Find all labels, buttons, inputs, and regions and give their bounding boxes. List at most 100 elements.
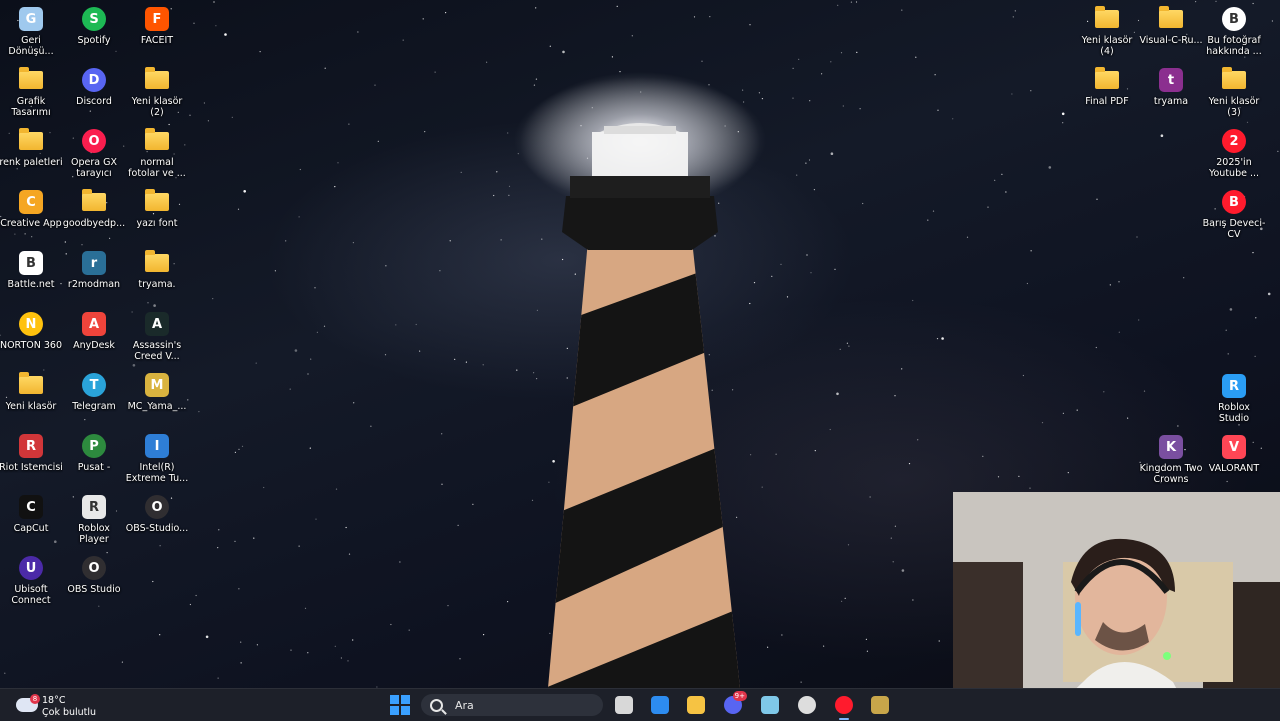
desktop-icon[interactable]: C Creative App [0, 185, 63, 243]
discord-icon: D [81, 67, 107, 93]
desktop-icon[interactable]: Yeni klasör (4) [1075, 2, 1139, 60]
desktop-icon[interactable]: t tryama [1139, 63, 1203, 121]
desktop-icon-label: Assassin's Creed V... [132, 340, 182, 362]
desktop-icon-label: FACEIT [140, 35, 174, 46]
folder-icon [18, 372, 44, 398]
desktop-icon[interactable]: B Battle.net [0, 246, 63, 304]
desktop-icon[interactable]: R Roblox Studio [1202, 369, 1266, 427]
start-button[interactable] [385, 693, 415, 717]
taskbar-app-file-explorer[interactable] [681, 693, 711, 717]
desktop-icon[interactable]: F FACEIT [125, 2, 189, 60]
desktop-icon[interactable]: V VALORANT [1202, 430, 1266, 488]
desktop-icon[interactable]: O OBS-Studio... [125, 490, 189, 548]
folder-icon [81, 189, 107, 215]
desktop-icon[interactable]: Final PDF [1075, 63, 1139, 121]
folder-icon [144, 189, 170, 215]
notification-badge: 9+ [732, 691, 747, 701]
winrar-icon: t [1158, 67, 1184, 93]
webcam-person [953, 492, 1280, 720]
desktop-icon[interactable]: tryama. [125, 246, 189, 304]
folder-icon [18, 128, 44, 154]
obs-studio-icon: O [144, 494, 170, 520]
desktop-icon-label: Yeni klasör (2) [131, 96, 183, 118]
desktop-icon[interactable]: Yeni klasör (3) [1202, 63, 1266, 121]
desktop-icon[interactable]: R Roblox Player [62, 490, 126, 548]
r2modman-icon: r [81, 250, 107, 276]
taskbar-app-opera[interactable] [829, 693, 859, 720]
desktop-icon[interactable]: S Spotify [62, 2, 126, 60]
desktop-icon[interactable]: r r2modman [62, 246, 126, 304]
taskbar-app-app-6[interactable] [755, 693, 785, 717]
faceit-icon: F [144, 6, 170, 32]
taskbar-app-league[interactable] [865, 693, 895, 717]
opera-icon [835, 696, 853, 714]
weather-widget[interactable]: 8 18°C Çok bulutlu [14, 694, 114, 718]
desktop-icon-label: Grafik Tasarımı [11, 96, 51, 118]
intel-xtu-icon: I [144, 433, 170, 459]
windows-start-icon [390, 695, 410, 715]
desktop-icon[interactable]: O OBS Studio [62, 551, 126, 609]
desktop-icon-label: MC_Yama_... [127, 401, 187, 412]
desktop-icon[interactable]: B Barış Deveci-CV [1202, 185, 1266, 243]
taskbar-app-discord[interactable]: 9+ [718, 691, 748, 717]
desktop-icon[interactable]: M MC_Yama_... [125, 368, 189, 426]
roblox-player-icon: R [81, 494, 107, 520]
desktop-icon[interactable]: Visual-C-Ru... [1139, 2, 1203, 60]
desktop-icon[interactable]: R Riot İstemcisi [0, 429, 63, 487]
desktop-icon[interactable]: 2 2025'in Youtube ... [1202, 124, 1266, 182]
desktop-icon-label: Discord [76, 96, 112, 107]
desktop-icon[interactable]: yazı font [125, 185, 189, 243]
desktop-icon[interactable]: Yeni klasör [0, 368, 63, 426]
desktop-icon[interactable]: P Pusat - [62, 429, 126, 487]
folder-icon [144, 67, 170, 93]
search-input[interactable] [453, 697, 597, 713]
desktop-icon[interactable]: U Ubisoft Connect [0, 551, 63, 609]
desktop-icon[interactable]: Yeni klasör (2) [125, 63, 189, 121]
desktop-icon-label: Yeni klasör (3) [1208, 96, 1260, 118]
desktop-icon-label: tryama. [138, 279, 176, 290]
desktop-icon[interactable]: B Bu fotoğraf hakkında ... [1202, 2, 1266, 60]
desktop-icon-label: Yeni klasör (4) [1081, 35, 1133, 57]
desktop-icon[interactable]: T Telegram [62, 368, 126, 426]
desktop-icon[interactable]: Grafik Tasarımı [0, 63, 63, 121]
pusat-icon: P [81, 433, 107, 459]
ubisoft-icon: U [18, 555, 44, 581]
desktop-icon[interactable]: K Kingdom Two Crowns [1139, 430, 1203, 488]
desktop-icon[interactable]: C CapCut [0, 490, 63, 548]
desktop-icon-label: 2025'in Youtube ... [1208, 157, 1260, 179]
desktop-icon[interactable]: goodbyedp... [62, 185, 126, 243]
desktop-icon-label: goodbyedp... [62, 218, 126, 229]
taskbar-app-obs[interactable] [792, 693, 822, 717]
telegram-icon: T [81, 372, 107, 398]
desktop-icon-label: Roblox Studio [1218, 402, 1250, 424]
desktop-icon-label: VALORANT [1208, 463, 1260, 474]
desktop-icon[interactable]: renk paletleri [0, 124, 63, 182]
taskbar-app-task-view[interactable] [609, 693, 639, 717]
desktop-icon[interactable]: D Discord [62, 63, 126, 121]
folder-icon [144, 250, 170, 276]
webcam-overlay [953, 492, 1280, 720]
folder-icon [18, 67, 44, 93]
desktop-icon-label: Final PDF [1085, 96, 1129, 107]
camera-info-icon: B [1221, 6, 1247, 32]
opera-gx-icon: O [81, 128, 107, 154]
desktop-icon-label: CapCut [13, 523, 49, 534]
desktop-icon[interactable]: G Geri Dönüşü... [0, 2, 63, 60]
desktop-icon[interactable]: A AnyDesk [62, 307, 126, 365]
taskbar-search[interactable] [421, 694, 603, 716]
obs-studio-icon: O [81, 555, 107, 581]
desktop-icon[interactable]: N NORTON 360 [0, 307, 63, 365]
desktop-icon[interactable]: A Assassin's Creed V... [125, 307, 189, 365]
folder-icon [1094, 6, 1120, 32]
desktop-icon[interactable]: O Opera GX tarayıcı [62, 124, 126, 182]
desktop-icon-label: OBS-Studio... [125, 523, 189, 534]
desktop-icon-label: r2modman [67, 279, 121, 290]
battlenet-icon: B [18, 250, 44, 276]
assassins-creed-icon: A [144, 311, 170, 337]
taskbar-app-store[interactable] [645, 693, 675, 717]
desktop-icon-label: Spotify [77, 35, 111, 46]
desktop-icon-label: Riot İstemcisi [0, 462, 63, 473]
desktop-icon[interactable]: I Intel(R) Extreme Tu... [125, 429, 189, 487]
kingdom-two-crowns-icon: K [1158, 434, 1184, 460]
desktop-icon[interactable]: normal fotolar ve ... [125, 124, 189, 182]
